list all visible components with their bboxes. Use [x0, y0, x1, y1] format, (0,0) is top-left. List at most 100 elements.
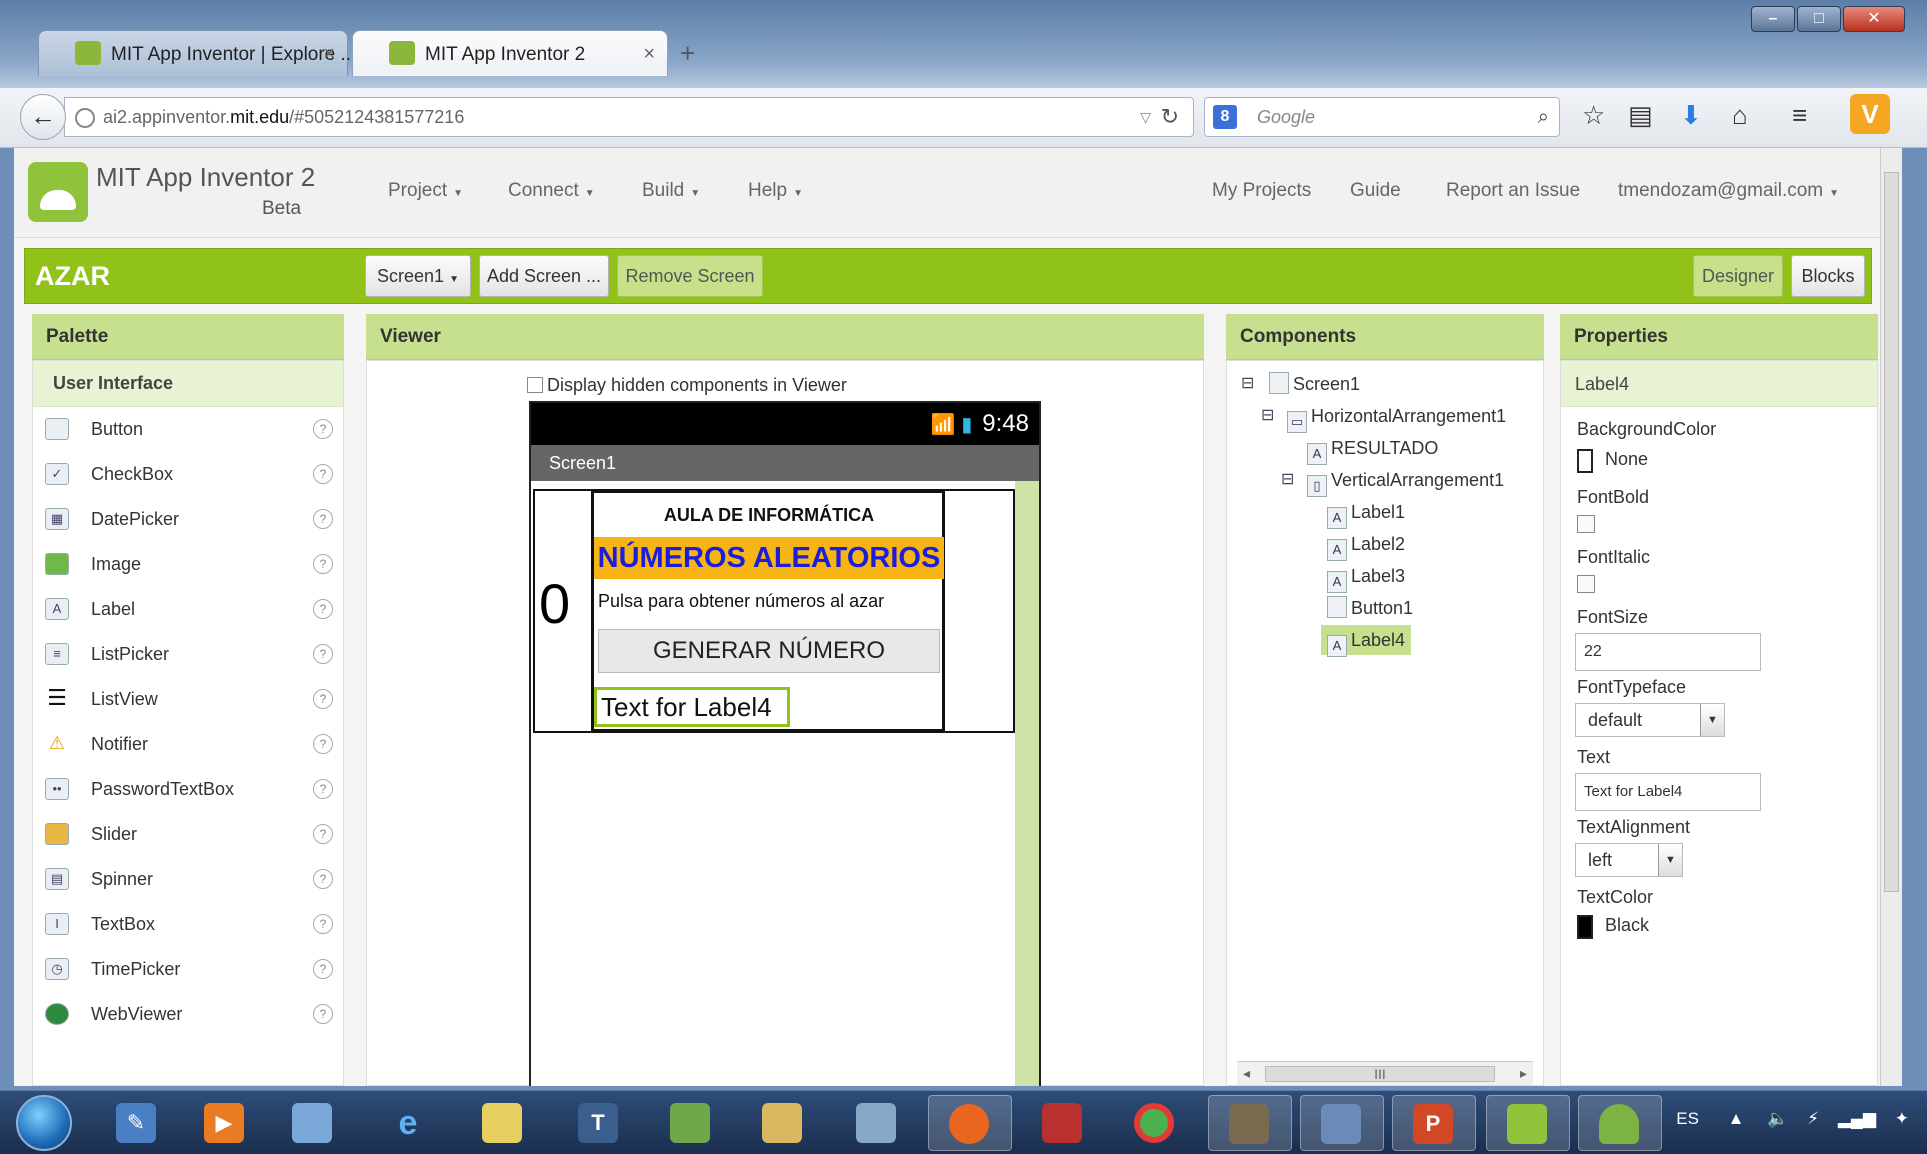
scroll-right-icon[interactable]: ▸ [1520, 1065, 1527, 1082]
tree-item-button1[interactable]: Button1 [1327, 593, 1413, 623]
tree-item-horizontalarrangement1[interactable]: ▭ HorizontalArrangement1 [1287, 401, 1506, 433]
palette-item-passwordtextbox[interactable]: •• PasswordTextBox? [33, 767, 343, 812]
download-icon[interactable]: ⬇ [1680, 100, 1702, 131]
menu-build[interactable]: Build ▼ [642, 180, 700, 202]
scroll-left-icon[interactable]: ◂ [1243, 1065, 1250, 1082]
taskbar-app-7[interactable] [650, 1095, 734, 1151]
scrollbar-thumb[interactable] [1884, 172, 1899, 892]
home-icon[interactable]: ⌂ [1732, 100, 1748, 131]
back-button[interactable]: ← [20, 94, 66, 140]
vertical-arrangement[interactable]: AULA DE INFORMÁTICA NÚMEROS ALEATORIOS P… [591, 491, 945, 731]
help-icon[interactable]: ? [313, 464, 333, 484]
checkbox-icon[interactable] [527, 377, 543, 393]
palette-item-listview[interactable]: ☰ ListView? [33, 677, 343, 722]
dropbox-icon[interactable]: ✦ [1895, 1109, 1909, 1128]
palette-item-listpicker[interactable]: ≡ ListPicker? [33, 632, 343, 677]
taskbar-android[interactable] [1578, 1095, 1662, 1151]
guide-link[interactable]: Guide [1350, 180, 1401, 202]
tab-close-icon[interactable]: × [643, 43, 655, 66]
help-icon[interactable]: ? [313, 644, 333, 664]
palette-item-timepicker[interactable]: ◷ TimePicker? [33, 947, 343, 992]
screen-title-bar[interactable]: Screen1 [531, 445, 1039, 481]
backgroundcolor-value[interactable]: None [1605, 449, 1648, 470]
minimize-button[interactable]: – [1751, 6, 1795, 32]
new-tab-button[interactable]: + [680, 38, 695, 69]
collapse-icon[interactable]: ⊟ [1241, 373, 1254, 393]
tree-item-label2[interactable]: A Label2 [1327, 529, 1405, 561]
maximize-button[interactable]: □ [1797, 6, 1841, 32]
label4[interactable]: Text for Label4 [594, 687, 790, 727]
menu-project[interactable]: Project ▼ [388, 180, 463, 202]
volume-icon[interactable]: 🔈 [1767, 1109, 1788, 1128]
horizontal-arrangement[interactable]: 0 AULA DE INFORMÁTICA NÚMEROS ALEATORIOS… [533, 489, 1015, 733]
power-icon[interactable]: ⚡ [1807, 1109, 1819, 1128]
palette-item-webviewer[interactable]: WebViewer? [33, 992, 343, 1037]
resultado-label[interactable]: 0 [539, 571, 570, 636]
screen-select-button[interactable]: Screen1 ▼ [365, 255, 471, 297]
help-icon[interactable]: ? [313, 869, 333, 889]
tree-item-label4[interactable]: A Label4 [1321, 625, 1412, 657]
fontitalic-checkbox[interactable] [1577, 575, 1595, 593]
label3[interactable]: Pulsa para obtener números al azar [598, 591, 884, 612]
search-input[interactable]: 8 Google ⌕ [1204, 97, 1560, 137]
help-icon[interactable]: ? [313, 419, 333, 439]
tree-item-resultado[interactable]: A RESULTADO [1307, 433, 1438, 465]
help-icon[interactable]: ? [313, 689, 333, 709]
taskbar-explorer[interactable] [742, 1095, 826, 1151]
help-icon[interactable]: ? [313, 554, 333, 574]
fontbold-checkbox[interactable] [1577, 515, 1595, 533]
scrollbar-thumb[interactable]: III [1265, 1066, 1495, 1082]
help-icon[interactable]: ? [313, 914, 333, 934]
tree-item-screen1[interactable]: Screen1 [1269, 369, 1360, 399]
account-menu[interactable]: tmendozam@gmail.com ▼ [1618, 180, 1839, 202]
help-icon[interactable]: ? [313, 509, 333, 529]
palette-item-notifier[interactable]: ⚠ Notifier? [33, 722, 343, 767]
menu-help[interactable]: Help ▼ [748, 180, 803, 202]
url-dropdown-icon[interactable]: ▽ [1140, 98, 1151, 136]
help-icon[interactable]: ? [313, 824, 333, 844]
help-icon[interactable]: ? [313, 779, 333, 799]
taskbar-app-inventor[interactable] [1486, 1095, 1570, 1151]
generar-numero-button[interactable]: GENERAR NÚMERO [598, 629, 940, 673]
page-vertical-scrollbar[interactable] [1880, 148, 1902, 1086]
taskbar-app-13[interactable] [1208, 1095, 1292, 1151]
tree-item-label1[interactable]: A Label1 [1327, 497, 1405, 529]
taskbar-app-6[interactable]: T [558, 1095, 642, 1151]
taskbar-chrome[interactable] [1114, 1095, 1198, 1151]
tab-app-inventor[interactable]: MIT App Inventor 2 × [352, 30, 668, 76]
taskbar-app-5[interactable] [462, 1095, 546, 1151]
remove-screen-button[interactable]: Remove Screen [617, 255, 763, 297]
taskbar-app-11[interactable] [1022, 1095, 1106, 1151]
fontsize-input[interactable]: 22 [1575, 633, 1761, 671]
network-icon[interactable]: ▂▄▆ [1838, 1109, 1876, 1128]
textalignment-select[interactable]: left ▼ [1575, 843, 1683, 877]
backgroundcolor-swatch[interactable] [1577, 449, 1593, 473]
palette-item-label[interactable]: A Label? [33, 587, 343, 632]
collapse-icon[interactable]: ⊟ [1281, 469, 1294, 489]
taskbar-app-9[interactable] [836, 1095, 920, 1151]
palette-item-spinner[interactable]: ▤ Spinner? [33, 857, 343, 902]
palette-item-checkbox[interactable]: ✓ CheckBox? [33, 452, 343, 497]
show-hidden-icons-icon[interactable]: ▲ [1728, 1109, 1745, 1128]
chevron-down-icon[interactable]: ▼ [1658, 844, 1682, 876]
display-hidden-checkbox[interactable]: Display hidden components in Viewer [527, 375, 847, 396]
palette-item-datepicker[interactable]: ▦ DatePicker? [33, 497, 343, 542]
taskbar-powerpoint[interactable]: P [1392, 1095, 1476, 1151]
help-icon[interactable]: ? [313, 599, 333, 619]
help-icon[interactable]: ? [313, 734, 333, 754]
search-engine-icon[interactable]: 8 [1213, 105, 1237, 129]
help-icon[interactable]: ? [313, 959, 333, 979]
blocks-button[interactable]: Blocks [1791, 255, 1865, 297]
taskbar-app-1[interactable]: ✎ [96, 1095, 180, 1151]
components-horizontal-scrollbar[interactable]: ◂ III ▸ [1237, 1061, 1533, 1085]
star-icon[interactable]: ☆ [1582, 100, 1605, 131]
start-button-icon[interactable] [16, 1095, 72, 1151]
search-icon[interactable]: ⌕ [1538, 98, 1549, 136]
window-close-button[interactable]: ✕ [1843, 6, 1905, 32]
fonttypeface-select[interactable]: default ▼ [1575, 703, 1725, 737]
reload-icon[interactable]: ↻ [1161, 98, 1179, 136]
menu-icon[interactable]: ≡ [1792, 100, 1807, 131]
designer-button[interactable]: Designer [1693, 255, 1783, 297]
url-bar[interactable]: ai2.appinventor.mit.edu/#505212438157721… [64, 97, 1194, 137]
tree-item-label3[interactable]: A Label3 [1327, 561, 1405, 593]
